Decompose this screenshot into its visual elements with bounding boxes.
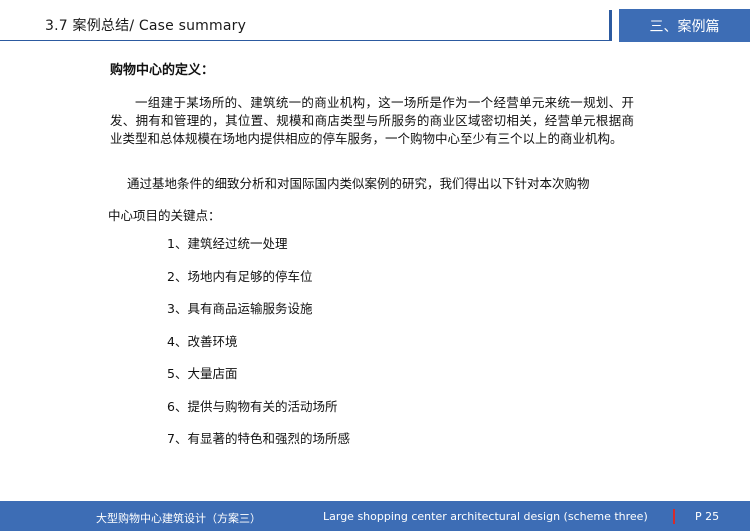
footer-title-en: Large shopping center architectural desi… [323,510,648,523]
header-divider [0,40,611,41]
page-number: P 25 [695,510,720,523]
key-point-item: 1、建筑经过统一处理 [167,236,288,251]
key-point-item: 7、有显著的特色和强烈的场所感 [167,431,350,446]
key-point-item: 6、提供与购物有关的活动场所 [167,398,338,414]
footer-title-cn: 大型购物中心建筑设计（方案三） [96,512,261,525]
analysis-text-line-1: 通过基地条件的细致分析和对国际国内类似案例的研究，我们得出以下针对本次购物 [127,176,590,191]
definition-paragraph: 一组建于某场所的、建筑统一的商业机构，这一场所是作为一个经营单元来统一规划、开发… [110,95,634,146]
page-section-title: 3.7 案例总结/ Case summary [45,18,247,34]
footer-separator [673,509,675,524]
definition-heading: 购物中心的定义： [110,63,215,78]
key-point-item: 2、场地内有足够的停车位 [167,268,313,284]
key-point-item: 3、具有商品运输服务设施 [167,301,313,316]
key-point-item: 4、改善环境 [167,333,238,349]
key-points-list: 1、建筑经过统一处理 2、场地内有足够的停车位 3、具有商品运输服务设施 4、改… [167,234,350,462]
section-tab: 三、案例篇 [619,9,750,42]
footer-bar: 大型购物中心建筑设计（方案三） Large shopping center ar… [0,501,750,531]
analysis-text-line-2: 中心项目的关键点： [108,208,221,223]
key-point-item: 5、大量店面 [167,366,238,381]
header-accent-bar [609,10,612,41]
